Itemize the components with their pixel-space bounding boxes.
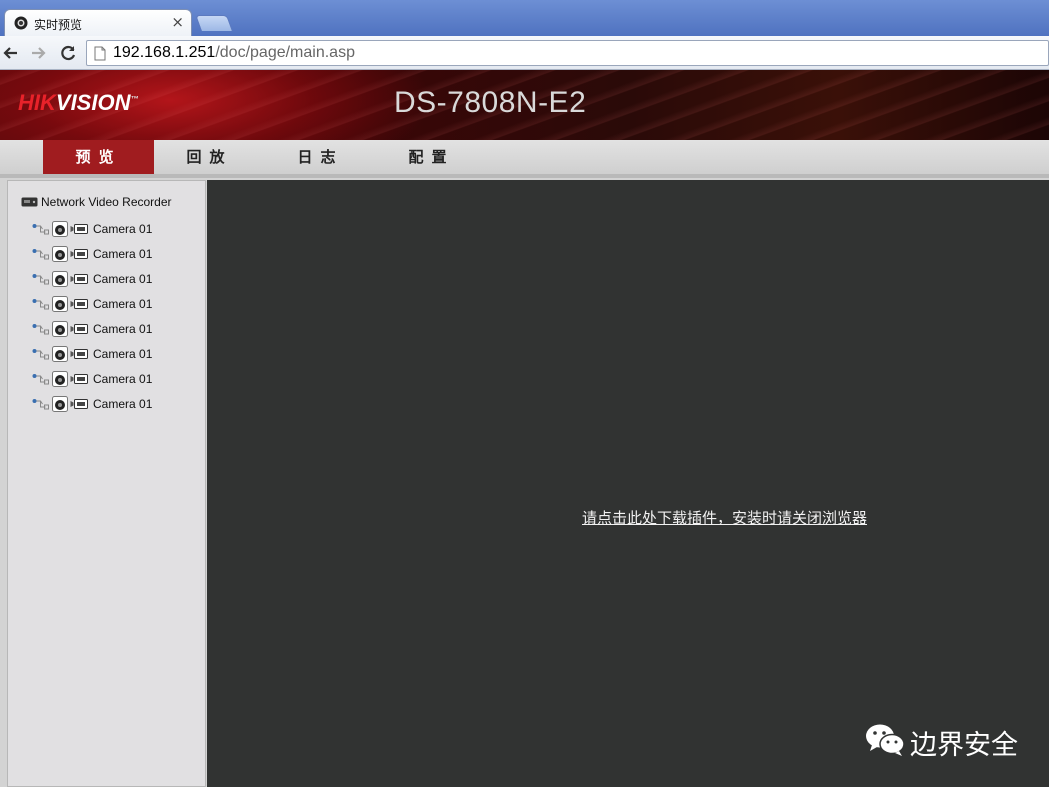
channel-link-icon bbox=[32, 324, 49, 335]
record-icon bbox=[70, 349, 88, 359]
camera-favicon-icon bbox=[14, 16, 28, 30]
channel-link-icon bbox=[32, 399, 49, 410]
record-icon bbox=[70, 324, 88, 334]
record-icon bbox=[70, 399, 88, 409]
camera-label: Camera 01 bbox=[93, 397, 153, 411]
browser-toolbar: 192.168.1.251/doc/page/main.asp bbox=[0, 36, 1049, 70]
watermark: 边界安全 bbox=[864, 720, 1044, 761]
camera-label: Camera 01 bbox=[93, 347, 153, 361]
channel-link-icon bbox=[32, 349, 49, 360]
channel-link-icon bbox=[32, 249, 49, 260]
header-banner: HIKVISION™ DS-7808N-E2 bbox=[0, 70, 1049, 140]
forward-arrow-icon[interactable] bbox=[27, 42, 49, 64]
main-menu: 预览 回放 日志 配置 bbox=[0, 140, 1049, 174]
camera-item[interactable]: Camera 01 bbox=[32, 370, 202, 388]
browser-tabstrip: 实时预览 × bbox=[0, 0, 1049, 36]
back-arrow-icon[interactable] bbox=[0, 42, 22, 64]
url-text[interactable]: 192.168.1.251/doc/page/main.asp bbox=[113, 43, 355, 63]
camera-dome-icon bbox=[52, 321, 68, 337]
camera-dome-icon bbox=[52, 296, 68, 312]
page-icon bbox=[94, 46, 106, 61]
camera-label: Camera 01 bbox=[93, 272, 153, 286]
download-plugin-link[interactable]: 请点击此处下载插件，安装时请关闭浏览器 bbox=[582, 507, 867, 528]
menu-divider bbox=[0, 174, 1049, 178]
camera-item[interactable]: Camera 01 bbox=[32, 395, 202, 413]
channel-link-icon bbox=[32, 224, 49, 235]
live-view-area: 请点击此处下载插件，安装时请关闭浏览器 边界安全 bbox=[207, 180, 1049, 787]
nvr-icon bbox=[21, 197, 38, 207]
tab-preview[interactable]: 预览 bbox=[43, 140, 154, 174]
wechat-icon bbox=[866, 724, 905, 756]
page: HIKVISION™ DS-7808N-E2 预览 回放 日志 配置 Netwo… bbox=[0, 70, 1049, 787]
record-icon bbox=[70, 374, 88, 384]
channel-link-icon bbox=[32, 299, 49, 310]
camera-label: Camera 01 bbox=[93, 322, 153, 336]
camera-dome-icon bbox=[52, 221, 68, 237]
close-icon[interactable]: × bbox=[171, 13, 184, 31]
camera-label: Camera 01 bbox=[93, 247, 153, 261]
camera-label: Camera 01 bbox=[93, 372, 153, 386]
tab-playback[interactable]: 回放 bbox=[154, 140, 265, 174]
camera-dome-icon bbox=[52, 371, 68, 387]
channel-link-icon bbox=[32, 274, 49, 285]
url-host: 192.168.1.251 bbox=[113, 44, 216, 61]
camera-label: Camera 01 bbox=[93, 297, 153, 311]
hikvision-logo: HIKVISION™ bbox=[18, 90, 139, 115]
camera-item[interactable]: Camera 01 bbox=[32, 295, 202, 313]
camera-item[interactable]: Camera 01 bbox=[32, 345, 202, 363]
record-icon bbox=[70, 274, 88, 284]
tab-config[interactable]: 配置 bbox=[376, 140, 487, 174]
channel-link-icon bbox=[32, 374, 49, 385]
camera-dome-icon bbox=[52, 396, 68, 412]
tree-root-label: Network Video Recorder bbox=[41, 195, 172, 209]
camera-item[interactable]: Camera 01 bbox=[32, 270, 202, 288]
watermark-text: 边界安全 bbox=[910, 730, 1018, 761]
camera-dome-icon bbox=[52, 346, 68, 362]
camera-dome-icon bbox=[52, 271, 68, 287]
reload-icon[interactable] bbox=[57, 42, 79, 64]
record-icon bbox=[70, 249, 88, 259]
camera-item[interactable]: Camera 01 bbox=[32, 320, 202, 338]
device-model-title: DS-7808N-E2 bbox=[394, 86, 587, 119]
browser-tab[interactable]: 实时预览 × bbox=[4, 9, 192, 36]
camera-label: Camera 01 bbox=[93, 222, 153, 236]
record-icon bbox=[70, 224, 88, 234]
new-tab-button[interactable] bbox=[195, 15, 233, 31]
camera-item[interactable]: Camera 01 bbox=[32, 245, 202, 263]
address-bar[interactable]: 192.168.1.251/doc/page/main.asp bbox=[86, 40, 1049, 66]
tab-log[interactable]: 日志 bbox=[265, 140, 376, 174]
tab-title: 实时预览 bbox=[34, 18, 83, 32]
camera-item[interactable]: Camera 01 bbox=[32, 220, 202, 238]
record-icon bbox=[70, 299, 88, 309]
url-path: /doc/page/main.asp bbox=[215, 44, 355, 61]
camera-dome-icon bbox=[52, 246, 68, 262]
device-tree: Network Video Recorder Camera 01 Camera … bbox=[7, 180, 206, 787]
